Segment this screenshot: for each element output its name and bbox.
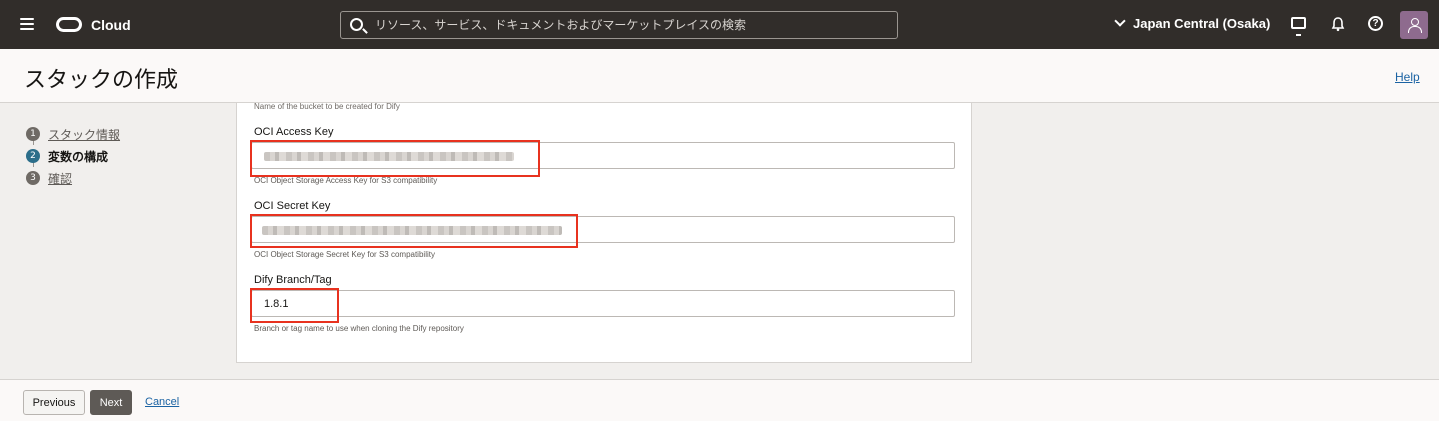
branch-tag-label: Dify Branch/Tag <box>254 274 332 286</box>
highlight-box <box>250 288 339 323</box>
wizard-footer: Previous Next Cancel <box>0 379 1439 421</box>
region-selector[interactable]: Japan Central (Osaka) <box>1114 15 1271 31</box>
step-number: 2 <box>26 149 40 163</box>
chevron-down-icon <box>1114 15 1126 27</box>
step-stack-info[interactable]: 1 スタック情報 <box>26 123 120 145</box>
variables-form: Name of the bucket to be created for Dif… <box>236 103 972 363</box>
step-label[interactable]: スタック情報 <box>48 126 120 143</box>
step-label[interactable]: 確認 <box>48 170 72 187</box>
previous-button[interactable]: Previous <box>23 390 85 415</box>
secret-key-label: OCI Secret Key <box>254 200 331 212</box>
branch-tag-helper: Branch or tag name to use when cloning t… <box>254 324 464 333</box>
step-number: 1 <box>26 127 40 141</box>
step-configure-variables: 2 変数の構成 <box>26 145 120 167</box>
access-key-label: OCI Access Key <box>254 126 334 138</box>
highlight-box <box>250 140 540 177</box>
page-title: スタックの作成 <box>24 68 179 93</box>
secret-key-helper: OCI Object Storage Secret Key for S3 com… <box>254 250 435 259</box>
brand-label[interactable]: Cloud <box>91 17 131 33</box>
branch-tag-input[interactable] <box>251 290 955 317</box>
search-box[interactable] <box>340 11 898 39</box>
cloud-shell-icon[interactable] <box>1291 17 1306 36</box>
search-input[interactable] <box>375 12 890 38</box>
region-label: Japan Central (Osaka) <box>1133 16 1271 31</box>
main-content: 1 スタック情報 2 変数の構成 3 確認 Name of the bucket… <box>0 103 1439 379</box>
cancel-link[interactable]: Cancel <box>145 396 179 408</box>
bell-icon[interactable] <box>1330 16 1346 32</box>
page-header: スタックの作成 Help <box>0 49 1439 103</box>
help-icon[interactable]: ? <box>1368 16 1383 31</box>
next-button[interactable]: Next <box>90 390 132 415</box>
menu-icon[interactable] <box>20 18 34 30</box>
oracle-logo[interactable] <box>56 17 82 32</box>
highlight-box <box>250 214 578 248</box>
top-navigation-bar: Cloud Japan Central (Osaka) ? <box>0 0 1439 49</box>
step-number: 3 <box>26 171 40 185</box>
step-label: 変数の構成 <box>48 149 109 164</box>
user-avatar-icon[interactable] <box>1400 11 1428 39</box>
help-link[interactable]: Help <box>1395 70 1420 84</box>
step-review[interactable]: 3 確認 <box>26 167 120 189</box>
bucket-helper-text: Name of the bucket to be created for Dif… <box>254 103 400 111</box>
access-key-helper: OCI Object Storage Access Key for S3 com… <box>254 176 438 185</box>
search-icon <box>350 18 363 31</box>
wizard-steps: 1 スタック情報 2 変数の構成 3 確認 <box>26 123 120 189</box>
